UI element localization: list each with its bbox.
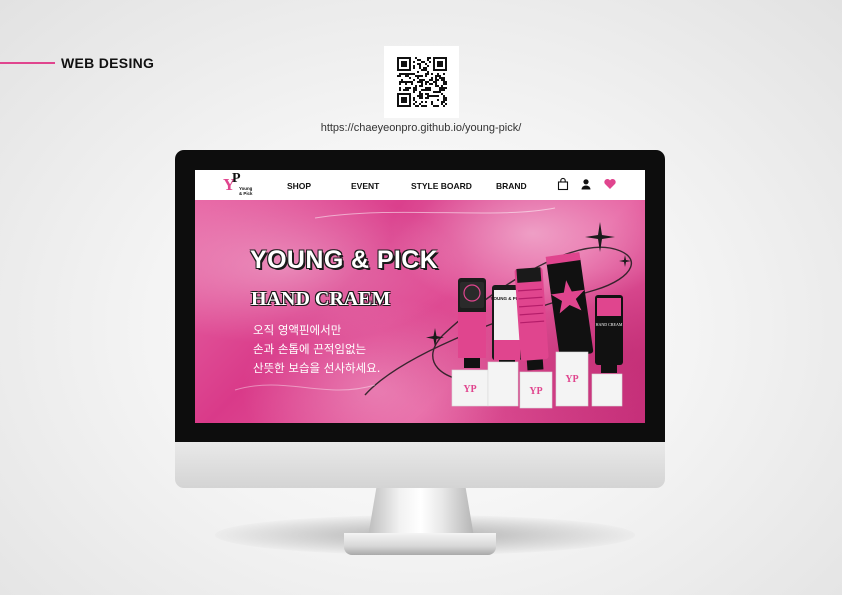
pedestal-logo: YP [529,386,542,397]
hero-desc-line: 오직 영액핀에서만 [253,323,342,337]
user-icon[interactable] [579,177,593,191]
site-logo[interactable]: Y P Young & Pick [223,171,255,198]
monitor-base [344,533,496,555]
monitor-stand [368,487,474,537]
qr-code [384,46,459,118]
site-navbar: Y P Young & Pick SHOP EVENT STYLE BOARD B… [195,170,645,200]
hero-description: 오직 영액핀에서만 손과 손톱에 끈적임없는 산뜻한 보습을 선사하세요. [253,321,380,378]
website-screen: Y P Young & Pick SHOP EVENT STYLE BOARD B… [195,170,645,423]
logo-letter-p: P [232,171,241,186]
logo-line-2: & Pick [239,191,253,196]
hero-desc-line: 손과 손톱에 끈적임없는 [253,342,367,356]
monitor-chin [175,442,665,488]
nav-item-style-board[interactable]: STYLE BOARD [411,181,472,191]
nav-item-brand[interactable]: BRAND [496,181,527,191]
logo-wordmark: Young & Pick [239,186,252,196]
heart-icon[interactable] [603,177,617,191]
header-accent-line [0,62,55,64]
nav-item-event[interactable]: EVENT [351,181,379,191]
section-title: WEB DESING [61,55,155,71]
tube-hand-cream-label: HAND CREAM [596,322,623,327]
pedestal-logo: YP [463,384,476,395]
hero-banner: YOUNG & PICK HAND CRAEM 오직 영액핀에서만 손과 손톱에… [195,200,645,423]
bag-icon[interactable] [556,177,570,191]
project-url[interactable]: https://chaeyeonpro.github.io/young-pick… [270,122,572,134]
product-tube-5: HAND CREAM [595,295,623,373]
product-tube-1 [458,278,486,368]
product-display: YOUNG & PICK HAND CREAM YP YP YP [451,252,623,409]
nav-item-shop[interactable]: SHOP [287,181,311,191]
hero-desc-line: 산뜻한 보습을 선사하세요. [253,361,381,375]
hero-subtitle: HAND CRAEM [251,288,391,310]
hero-title: YOUNG & PICK [250,246,439,274]
pedestal-logo: YP [565,374,578,385]
